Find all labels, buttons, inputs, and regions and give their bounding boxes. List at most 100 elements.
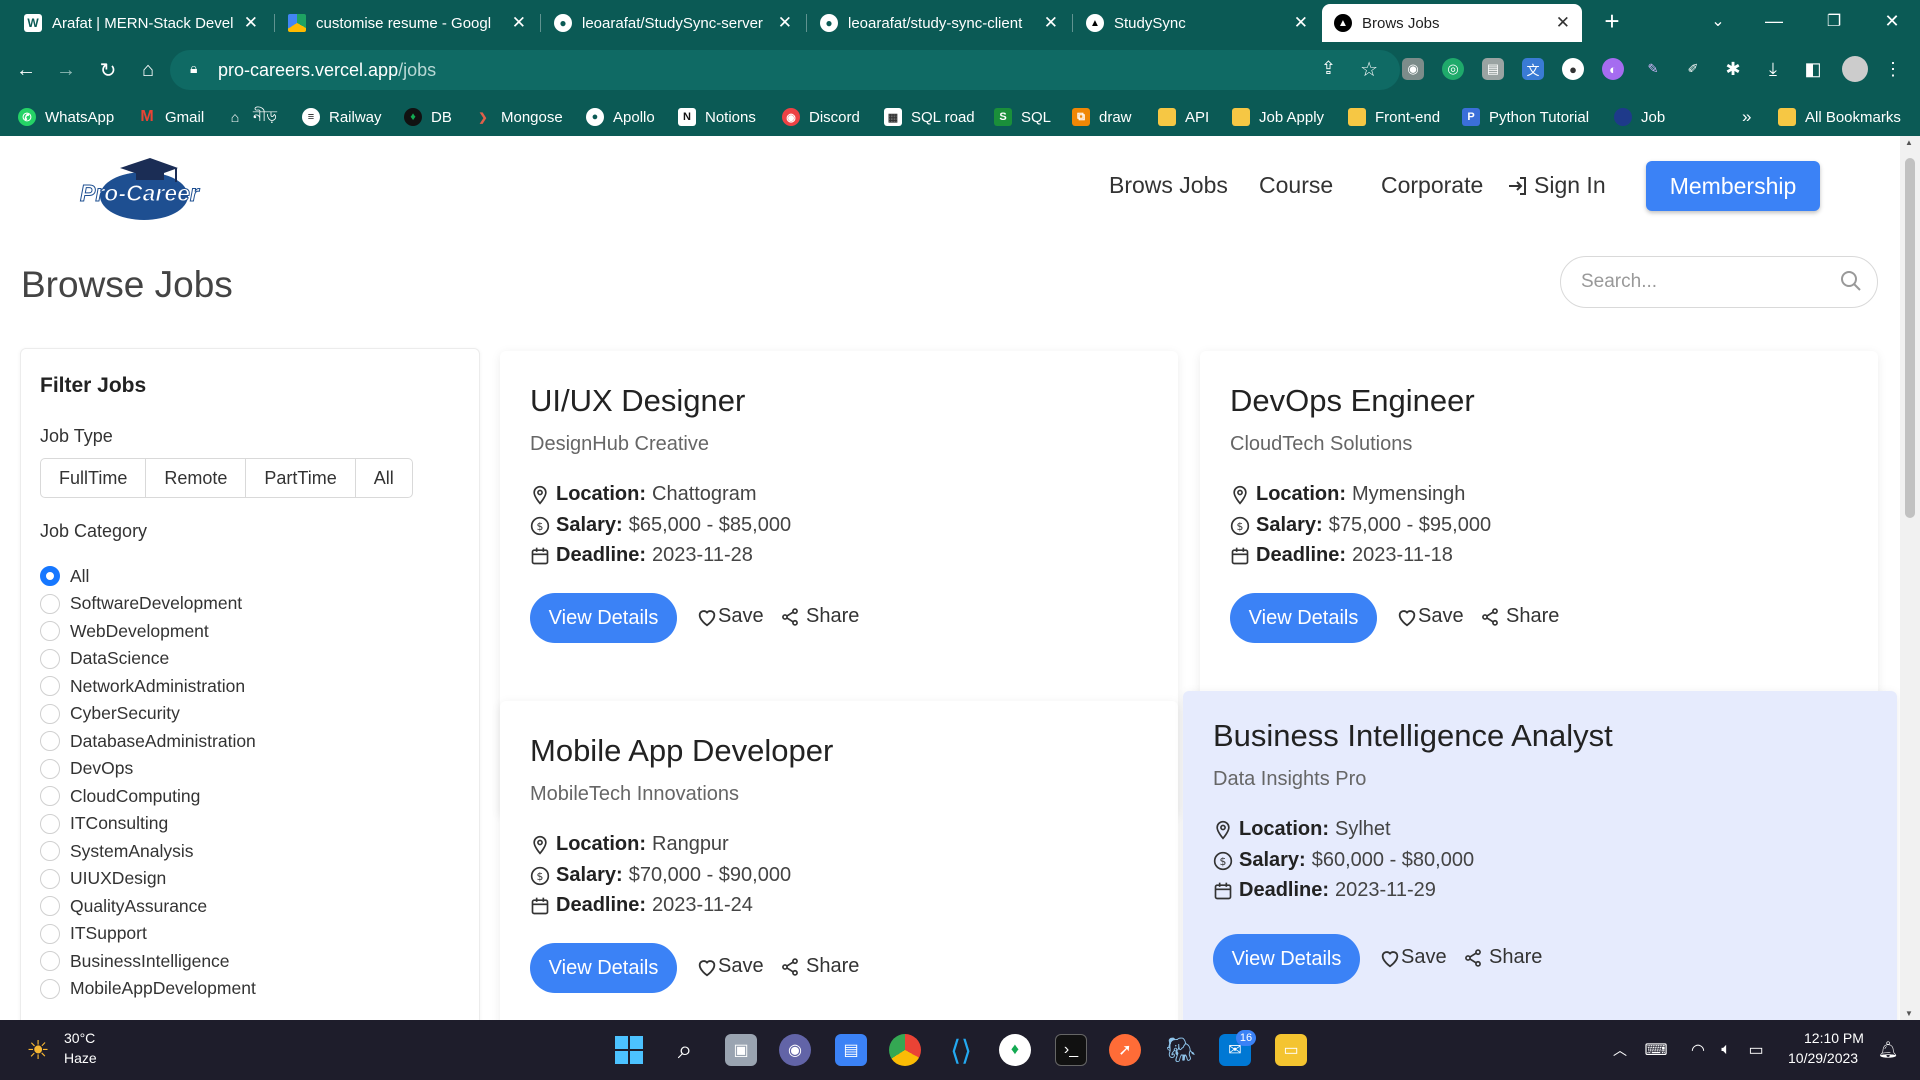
close-tab-icon[interactable]: ✕ bbox=[512, 13, 526, 33]
save-button[interactable]: Save bbox=[1379, 946, 1447, 969]
pro-career-logo[interactable]: Pro-Career bbox=[80, 156, 210, 226]
radio-circle-icon[interactable] bbox=[40, 813, 60, 834]
eyedropper-icon[interactable]: ✐ bbox=[1682, 58, 1704, 80]
tab-portfolio[interactable]: W Arafat | MERN-Stack Devel ✕ bbox=[12, 4, 270, 42]
file-explorer-icon[interactable]: ▭ bbox=[1275, 1034, 1307, 1066]
tab-google-drive[interactable]: customise resume - Googl ✕ bbox=[276, 4, 538, 42]
radio-circle-icon[interactable] bbox=[40, 786, 60, 806]
save-button[interactable]: Save bbox=[696, 605, 764, 628]
job-title[interactable]: Mobile App Developer bbox=[530, 733, 833, 769]
save-button[interactable]: Save bbox=[696, 955, 764, 978]
close-window-button[interactable]: ✕ bbox=[1864, 0, 1920, 42]
scrollbar-thumb[interactable] bbox=[1905, 158, 1915, 518]
share-button[interactable]: Share bbox=[780, 605, 859, 628]
extension-icon[interactable]: ▤ bbox=[1482, 58, 1504, 80]
radio-circle-icon[interactable] bbox=[40, 868, 60, 889]
back-arrow-icon[interactable]: ← bbox=[12, 56, 40, 84]
pen-extension-icon[interactable]: ✎ bbox=[1642, 58, 1664, 80]
bookmark-whatsapp[interactable]: ✆ WhatsApp bbox=[18, 98, 114, 136]
view-details-button[interactable]: View Details bbox=[1213, 934, 1360, 984]
side-panel-icon[interactable]: ◧ bbox=[1802, 58, 1824, 80]
close-tab-icon[interactable]: ✕ bbox=[1044, 13, 1058, 33]
search-icon[interactable]: ⌕ bbox=[669, 1034, 701, 1066]
radio-circle-icon[interactable] bbox=[40, 566, 60, 586]
bookmark-mongose[interactable]: ❯ Mongose bbox=[474, 98, 562, 136]
notification-bell-icon[interactable]: 🔔︎ bbox=[1872, 1034, 1904, 1066]
bookmark-discord[interactable]: ◉ Discord bbox=[782, 98, 860, 136]
extensions-puzzle-icon[interactable]: ✱ bbox=[1722, 58, 1744, 80]
category-radio-item[interactable]: SoftwareDevelopment bbox=[40, 592, 242, 616]
teams-chat-icon[interactable]: ◉ bbox=[779, 1034, 811, 1066]
tab-search-chevron-icon[interactable]: ⌄ bbox=[1690, 0, 1746, 42]
close-tab-icon[interactable]: ✕ bbox=[1556, 13, 1570, 33]
radio-circle-icon[interactable] bbox=[40, 758, 60, 779]
nav-sign-in[interactable]: Sign In bbox=[1506, 172, 1606, 199]
all-bookmarks[interactable]: All Bookmarks bbox=[1778, 98, 1901, 136]
minimize-button[interactable]: — bbox=[1746, 0, 1802, 42]
category-radio-item[interactable]: ITSupport bbox=[40, 922, 147, 946]
bookmark-star-icon[interactable]: ☆ bbox=[1360, 57, 1378, 82]
share-page-icon[interactable]: ⇪ bbox=[1321, 58, 1336, 79]
job-title[interactable]: Business Intelligence Analyst bbox=[1213, 718, 1613, 754]
reload-icon[interactable]: ↻ bbox=[94, 56, 122, 84]
extension-icon[interactable]: ◐ bbox=[1602, 58, 1624, 80]
radio-circle-icon[interactable] bbox=[40, 978, 60, 999]
restore-button[interactable]: ❐ bbox=[1806, 0, 1862, 42]
vscode-icon[interactable]: ⟨⟩ bbox=[945, 1034, 977, 1066]
view-details-button[interactable]: View Details bbox=[530, 593, 677, 643]
camera-extension-icon[interactable]: ◉ bbox=[1402, 58, 1424, 80]
job-title[interactable]: UI/UX Designer bbox=[530, 383, 745, 419]
postman-icon[interactable]: ➚ bbox=[1109, 1034, 1141, 1066]
new-tab-button[interactable]: + bbox=[1584, 0, 1640, 42]
category-radio-item[interactable]: All bbox=[40, 564, 89, 588]
close-tab-icon[interactable]: ✕ bbox=[1294, 13, 1308, 33]
bookmark-railway[interactable]: ≡ Railway bbox=[302, 98, 382, 136]
download-icon[interactable]: ⤓ bbox=[1762, 58, 1784, 80]
radio-circle-icon[interactable] bbox=[40, 731, 60, 751]
job-type-fulltime[interactable]: FullTime bbox=[41, 459, 147, 497]
radio-circle-icon[interactable] bbox=[40, 841, 60, 861]
view-details-button[interactable]: View Details bbox=[1230, 593, 1377, 643]
search-input[interactable]: Search... bbox=[1560, 256, 1878, 308]
forward-arrow-icon[interactable]: → bbox=[52, 56, 80, 84]
bookmark-folder-job-apply[interactable]: Job Apply bbox=[1232, 98, 1324, 136]
job-type-parttime[interactable]: PartTime bbox=[246, 459, 356, 497]
bookmark-draw[interactable]: ⧉ draw bbox=[1072, 98, 1132, 136]
nav-corporate[interactable]: Corporate bbox=[1381, 172, 1483, 199]
category-radio-item[interactable]: MobileAppDevelopment bbox=[40, 977, 256, 1001]
clock-date[interactable]: 10/29/2023 bbox=[1788, 1050, 1858, 1066]
category-radio-item[interactable]: UIUXDesign bbox=[40, 867, 166, 891]
bookmark-python-tutorial[interactable]: P Python Tutorial bbox=[1462, 98, 1589, 136]
category-radio-item[interactable]: CloudComputing bbox=[40, 784, 200, 808]
mongodb-compass-icon[interactable]: ♦ bbox=[999, 1034, 1031, 1066]
tab-github-client[interactable]: ● leoarafat/study-sync-client ✕ bbox=[808, 4, 1070, 42]
bookmarks-overflow-button[interactable]: » bbox=[1742, 98, 1751, 136]
postgres-elephant-icon[interactable]: 🐘︎ bbox=[1165, 1034, 1197, 1066]
search-icon[interactable] bbox=[1839, 269, 1863, 293]
extension-icon[interactable]: ● bbox=[1562, 58, 1584, 80]
nav-course[interactable]: Course bbox=[1259, 172, 1333, 199]
tab-github-server[interactable]: ● leoarafat/StudySync-server ✕ bbox=[542, 4, 804, 42]
job-type-all[interactable]: All bbox=[356, 459, 412, 497]
grammar-extension-icon[interactable]: ◎ bbox=[1442, 58, 1464, 80]
category-radio-item[interactable]: WebDevelopment bbox=[40, 619, 209, 643]
category-radio-item[interactable]: ITConsulting bbox=[40, 812, 168, 836]
radio-circle-icon[interactable] bbox=[40, 676, 60, 696]
bookmark-sql-road[interactable]: ▦ SQL road bbox=[884, 98, 975, 136]
battery-icon[interactable]: ▭ bbox=[1740, 1034, 1772, 1066]
radio-circle-icon[interactable] bbox=[40, 951, 60, 971]
volume-icon[interactable]: 🔈︎ bbox=[1710, 1034, 1742, 1066]
membership-button[interactable]: Membership bbox=[1646, 161, 1820, 211]
nav-brows-jobs[interactable]: Brows Jobs bbox=[1109, 172, 1228, 199]
close-tab-icon[interactable]: ✕ bbox=[778, 13, 792, 33]
profile-avatar[interactable] bbox=[1842, 56, 1868, 82]
category-radio-item[interactable]: DataScience bbox=[40, 647, 169, 671]
close-tab-icon[interactable]: ✕ bbox=[244, 13, 258, 33]
windows-start-icon[interactable] bbox=[613, 1034, 645, 1066]
clock-time[interactable]: 12:10 PM bbox=[1804, 1030, 1864, 1046]
chrome-icon[interactable] bbox=[889, 1034, 921, 1066]
radio-circle-icon[interactable] bbox=[40, 923, 60, 944]
category-radio-item[interactable]: SystemAnalysis bbox=[40, 839, 194, 863]
category-radio-item[interactable]: NetworkAdministration bbox=[40, 674, 245, 698]
share-button[interactable]: Share bbox=[1463, 946, 1542, 969]
